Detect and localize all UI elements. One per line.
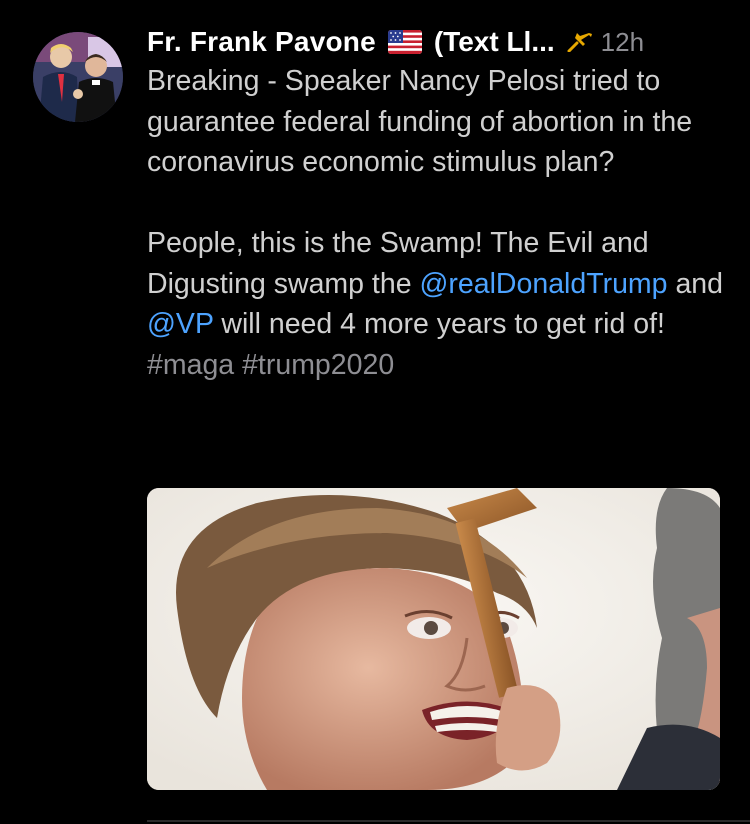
tweet-paragraph-1: Breaking - Speaker Nancy Pelosi tried to… xyxy=(147,65,693,178)
pin-icon xyxy=(567,32,593,52)
paragraph-2-text-end: will need 4 more years to get rid of! xyxy=(221,308,665,340)
hashtag-trump2020[interactable]: #trump2020 xyxy=(242,349,394,381)
tweet[interactable]: Fr. Frank Pavone (Text Ll... 12h Breakin… xyxy=(0,0,750,824)
divider xyxy=(147,820,750,822)
paragraph-2-and: and xyxy=(675,267,724,300)
timestamp[interactable]: 12h xyxy=(601,27,644,58)
avatar[interactable] xyxy=(33,32,123,122)
mention-vp[interactable]: @VP xyxy=(147,308,213,340)
mention-realdonaldtrump[interactable]: @realDonaldTrump xyxy=(419,268,667,300)
tweet-text: Breaking - Speaker Nancy Pelosi tried to… xyxy=(147,61,727,385)
display-name[interactable]: Fr. Frank Pavone xyxy=(147,26,376,58)
tweet-header: Fr. Frank Pavone (Text Ll... 12h xyxy=(147,22,727,62)
tweet-image[interactable] xyxy=(147,488,720,790)
tweet-paragraph-2: People, this is the Swamp! The Evil and … xyxy=(147,223,727,385)
display-name-suffix[interactable]: (Text Ll... xyxy=(434,26,555,58)
us-flag-icon xyxy=(387,30,422,54)
hashtag-maga[interactable]: #maga xyxy=(147,349,234,381)
